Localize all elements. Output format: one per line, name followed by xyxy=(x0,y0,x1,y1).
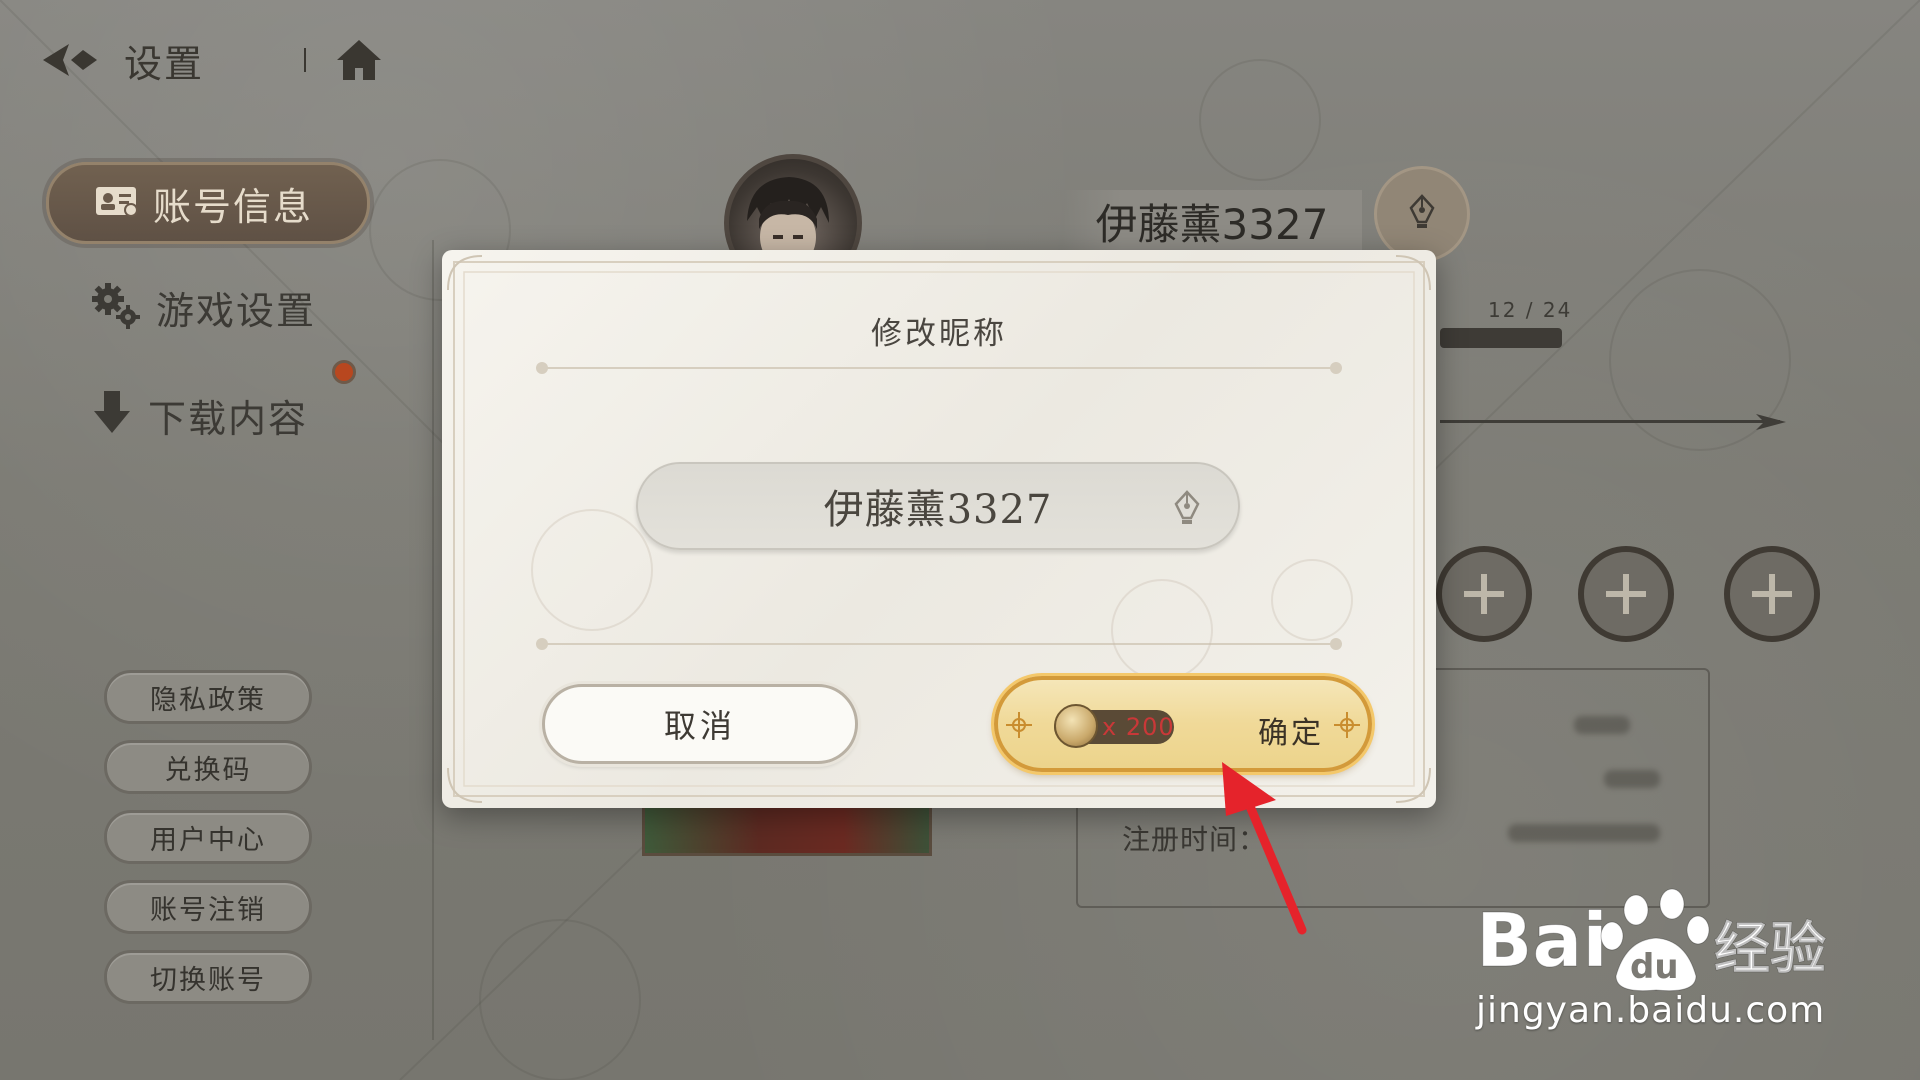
blurred-value xyxy=(1604,770,1660,788)
add-slot-button[interactable] xyxy=(1578,546,1674,642)
user-center-button[interactable]: 用户中心 xyxy=(104,810,312,864)
registration-time-label: 注册时间： xyxy=(1122,823,1268,856)
character-card[interactable] xyxy=(642,808,932,856)
home-icon[interactable] xyxy=(332,33,386,87)
add-slot-button[interactable] xyxy=(1724,546,1820,642)
progress-count: 12 / 24 xyxy=(1488,298,1573,322)
download-arrow-icon xyxy=(90,389,134,441)
rename-dialog: 修改昵称 伊藤薰3327 取消 x 200 确定 xyxy=(442,250,1436,808)
baidu-watermark-logo: Bai du 经验 xyxy=(1476,888,1827,992)
cancel-button[interactable]: 取消 xyxy=(542,684,858,764)
profile-nickname: 伊藤薰3327 xyxy=(1062,190,1362,252)
confirm-button[interactable]: x 200 确定 xyxy=(994,676,1372,772)
coin-icon xyxy=(1054,704,1098,748)
nav-item-game-settings[interactable]: 游戏设置 xyxy=(90,272,316,342)
plus-icon xyxy=(1606,574,1646,614)
plus-icon xyxy=(1752,574,1792,614)
privacy-policy-button[interactable]: 隐私政策 xyxy=(104,670,312,724)
id-card-icon xyxy=(95,184,139,222)
svg-text:du: du xyxy=(1630,947,1679,987)
switch-account-button[interactable]: 切换账号 xyxy=(104,950,312,1004)
progress-bar xyxy=(1440,328,1562,348)
gears-icon xyxy=(90,281,142,333)
notification-dot xyxy=(332,360,356,384)
decorative-arrow-line xyxy=(1440,420,1780,423)
nav-item-download-content[interactable]: 下载内容 xyxy=(90,380,308,450)
ornament-icon xyxy=(1334,712,1360,738)
nav-item-account-info[interactable]: 账号信息 xyxy=(46,162,370,244)
nickname-input-value: 伊藤薰3327 xyxy=(823,487,1053,533)
svg-text:经验: 经验 xyxy=(1714,917,1826,982)
watermark-url: jingyan.baidu.com xyxy=(1476,990,1826,1031)
back-icon[interactable] xyxy=(40,38,106,82)
nav-label: 游戏设置 xyxy=(156,288,317,333)
account-deletion-button[interactable]: 账号注销 xyxy=(104,880,312,934)
pen-nib-icon xyxy=(1174,490,1200,524)
ornament-icon xyxy=(1006,712,1032,738)
blurred-value xyxy=(1508,824,1660,842)
redeem-code-button[interactable]: 兑换码 xyxy=(104,740,312,794)
arrow-tip-icon xyxy=(1756,414,1786,430)
dialog-title: 修改昵称 xyxy=(871,316,1007,352)
page-title: 设置 xyxy=(124,41,205,86)
title-separator xyxy=(304,48,307,72)
blurred-value xyxy=(1574,716,1630,734)
nav-label: 下载内容 xyxy=(148,396,309,441)
cost-amount: x 200 xyxy=(1102,713,1175,741)
edit-nickname-button[interactable] xyxy=(1374,166,1470,262)
confirm-label: 确定 xyxy=(1258,716,1324,751)
nav-label: 账号信息 xyxy=(153,184,314,229)
top-bar: 设置 xyxy=(40,32,386,88)
plus-icon xyxy=(1464,574,1504,614)
nickname-input[interactable]: 伊藤薰3327 xyxy=(636,462,1240,550)
pen-nib-icon xyxy=(1408,194,1436,234)
svg-text:Bai: Bai xyxy=(1476,898,1608,984)
panel-divider xyxy=(432,240,434,1040)
add-slot-button[interactable] xyxy=(1436,546,1532,642)
